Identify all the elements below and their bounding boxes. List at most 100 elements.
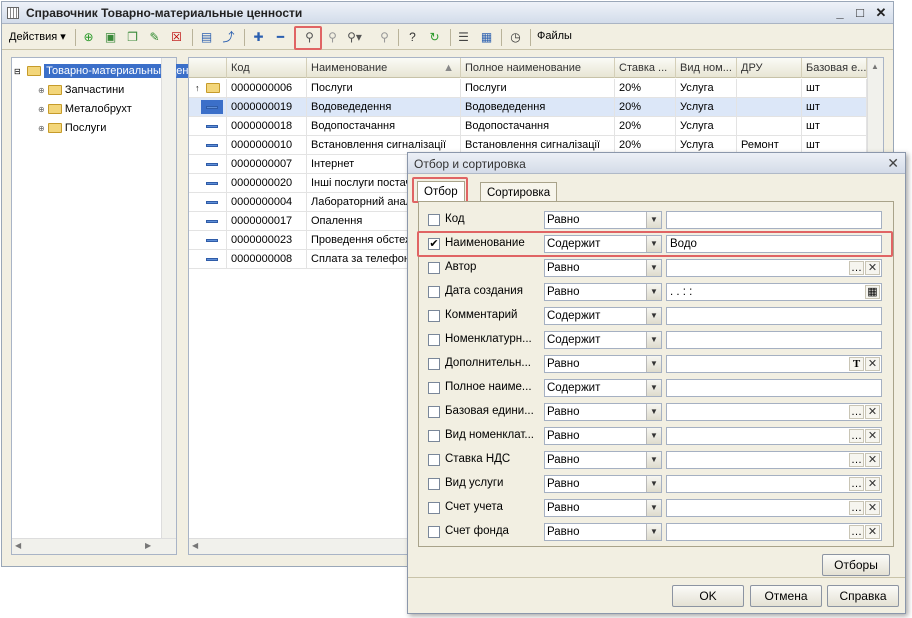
filter-operator-select[interactable]: Равно ▼ [544,499,662,517]
filter-operator-select[interactable]: Равно ▼ [544,427,662,445]
chevron-down-icon[interactable]: ▼ [646,476,661,492]
add-group-icon[interactable]: ▣ [102,29,119,46]
help-button[interactable]: Справка [827,585,899,607]
filter-value-field[interactable]: … ✕ [666,427,882,445]
close-icon[interactable]: ✕ [873,5,889,20]
filter-value-field[interactable] [666,211,882,229]
filter-operator-select[interactable]: Содержит ▼ [544,379,662,397]
column-header[interactable]: Вид ном... [676,58,737,78]
select-ellipsis-icon[interactable]: … [849,501,864,515]
filter-value-field[interactable] [666,379,882,397]
filter-value-field[interactable]: … ✕ [666,259,882,277]
select-ellipsis-icon[interactable]: … [849,429,864,443]
move-to-group-icon[interactable]: ⤴ [220,29,237,46]
filter-value-field[interactable]: … ✕ [666,499,882,517]
chevron-down-icon[interactable]: ▼ [646,500,661,516]
clear-value-icon[interactable]: ✕ [865,525,880,539]
filter-value-field[interactable]: … ✕ [666,475,882,493]
filter-operator-select[interactable]: Равно ▼ [544,355,662,373]
filter-value-field[interactable]: … ✕ [666,403,882,421]
filter-operator-select[interactable]: Равно ▼ [544,451,662,469]
column-header[interactable]: Базовая е... [802,58,867,78]
filter-checkbox[interactable] [428,454,440,466]
clear-value-icon[interactable]: ✕ [865,357,880,371]
filter-value-field[interactable]: … ✕ [666,451,882,469]
filter-operator-select[interactable]: Равно ▼ [544,403,662,421]
chevron-down-icon[interactable]: ▼ [646,452,661,468]
filter-checkbox[interactable] [428,334,440,346]
files-button[interactable]: Файлы [537,30,572,42]
dialog-close-icon[interactable]: ✕ [887,155,899,172]
filter-checkbox[interactable] [428,478,440,490]
filter-checkbox[interactable] [428,286,440,298]
clear-value-icon[interactable]: ✕ [865,453,880,467]
chevron-down-icon[interactable]: ▼ [646,212,661,228]
chevron-down-icon[interactable]: ▼ [646,524,661,540]
history-icon[interactable]: ◷ [507,29,524,46]
filter-checkbox[interactable] [428,382,440,394]
refresh-icon[interactable]: ↻ [426,29,443,46]
filter-checkbox[interactable] [428,526,440,538]
filter-checkbox[interactable] [428,310,440,322]
delete-icon[interactable]: ☒ [168,29,185,46]
filter-value-field[interactable]: T ✕ [666,355,882,373]
clear-filter-icon[interactable]: ⚲ [376,29,393,46]
help-icon[interactable]: ? [404,29,421,46]
add-icon[interactable]: ⊕ [80,29,97,46]
table-row[interactable]: 0000000018 Водопостачання Водопостачання 20… [189,117,867,136]
filter-value-field[interactable] [666,307,882,325]
output-list-icon[interactable]: ▦ [478,29,495,46]
filter-operator-select[interactable]: Равно ▼ [544,211,662,229]
calendar-icon[interactable]: ▦ [865,285,880,299]
column-header[interactable]: Полное наименование [461,58,615,78]
filter-operator-select[interactable]: Равно ▼ [544,259,662,277]
clear-value-icon[interactable]: ✕ [865,477,880,491]
filter-operator-select[interactable]: Равно ▼ [544,475,662,493]
filter-checkbox[interactable] [428,262,440,274]
column-header[interactable]: Ставка ... [615,58,676,78]
chevron-down-icon[interactable]: ▼ [646,308,661,324]
filter-value-field[interactable]: . . : : ▦ [666,283,882,301]
tab-sort[interactable]: Сортировка [480,182,558,201]
filter-operator-select[interactable]: Содержит ▼ [544,307,662,325]
edit-icon[interactable]: ✎ [146,29,163,46]
text-type-icon[interactable]: T [849,357,864,371]
filter-by-value-icon[interactable]: ⚲ [324,29,341,46]
filter-operator-select[interactable]: Равно ▼ [544,283,662,301]
maximize-icon[interactable]: □ [852,5,868,20]
copy-icon[interactable]: ❐ [124,29,141,46]
hierarchy-icon[interactable]: ▤ [198,29,215,46]
expand-icon[interactable]: ✚ [250,29,267,46]
clear-value-icon[interactable]: ✕ [865,429,880,443]
column-header[interactable]: Наименование ▲ [307,58,461,78]
filter-history-icon[interactable]: ⚲▾ [346,29,363,46]
chevron-down-icon[interactable]: ▼ [646,356,661,372]
collapse-icon[interactable]: ━ [272,29,289,46]
select-ellipsis-icon[interactable]: … [849,453,864,467]
filter-checkbox[interactable] [428,214,440,226]
filter-value-field[interactable]: … ✕ [666,523,882,541]
filter-operator-select[interactable]: Равно ▼ [544,523,662,541]
chevron-down-icon[interactable]: ▼ [646,284,661,300]
chevron-down-icon[interactable]: ▼ [646,332,661,348]
tree-item[interactable]: ⊕ Металобрухт [38,100,132,118]
filter-operator-select[interactable]: Содержит ▼ [544,331,662,349]
tree-item[interactable]: ⊕ Послуги [38,119,106,137]
filters-button[interactable]: Отборы [822,554,890,576]
ok-button[interactable]: OK [672,585,744,607]
table-row[interactable]: 0000000019 Водоведедення Водоведедення 20% У… [189,98,867,117]
cancel-button[interactable]: Отмена [750,585,822,607]
actions-menu[interactable]: Действия ▾ [9,30,66,43]
column-header[interactable]: Код [227,58,307,78]
select-ellipsis-icon[interactable]: … [849,525,864,539]
select-ellipsis-icon[interactable]: … [849,405,864,419]
filter-checkbox[interactable] [428,406,440,418]
tree-item[interactable]: ⊕ Запчастини [38,81,124,99]
select-ellipsis-icon[interactable]: … [849,477,864,491]
tree-vscroll[interactable] [161,58,176,538]
column-header[interactable]: ДРУ [737,58,802,78]
minimize-icon[interactable]: _ [832,5,848,20]
chevron-down-icon[interactable]: ▼ [646,260,661,276]
chevron-down-icon[interactable]: ▼ [646,428,661,444]
chevron-down-icon[interactable]: ▼ [646,404,661,420]
